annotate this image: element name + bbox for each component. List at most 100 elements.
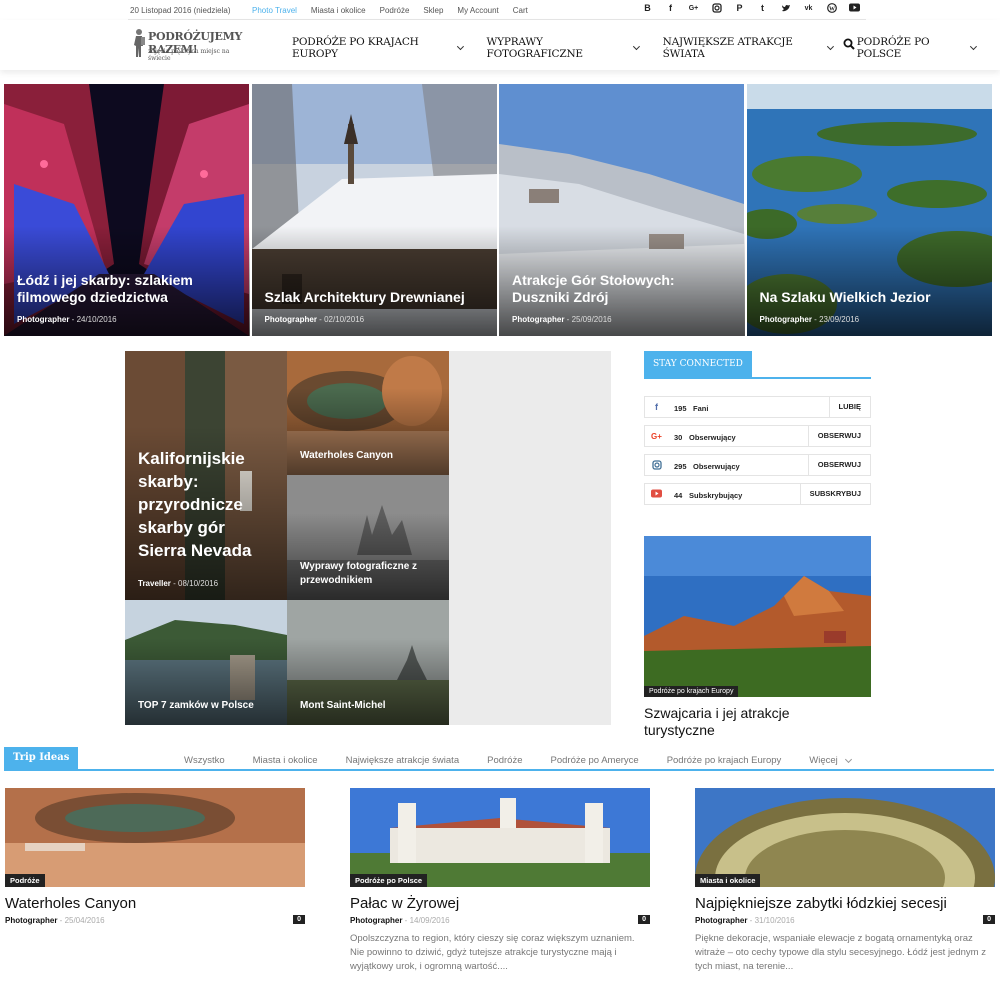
mosaic-big-title[interactable]: Kalifornijskie skarby: przyrodnicze skar…	[138, 447, 268, 562]
tumblr-icon[interactable]: t	[757, 3, 768, 14]
social-row-instagram: 295 Obserwujący OBSERWUJ	[644, 454, 871, 476]
top-link-miasta[interactable]: Miasta i okolice	[311, 6, 366, 15]
blogger-icon[interactable]: B	[642, 3, 653, 14]
hero-author[interactable]: Photographer	[265, 315, 317, 324]
category-badge[interactable]: Podróże po Polsce	[350, 874, 428, 887]
mosaic-title[interactable]: TOP 7 zamków w Polsce	[138, 699, 254, 713]
sidebar-featured-image[interactable]: Podróże po krajach Europy	[644, 536, 871, 697]
card-waterholes: Podróże Waterholes Canyon Photographer -…	[5, 788, 305, 925]
mosaic-title[interactable]: Mont Saint-Michel	[300, 699, 386, 713]
tab-miasta[interactable]: Miasta i okolice	[253, 755, 318, 766]
subscribe-button[interactable]: SUBSKRYBUJ	[799, 484, 870, 504]
nav-item-europa[interactable]: PODRÓŻE PO KRAJACH EUROPY	[292, 36, 464, 60]
instagram-icon[interactable]	[711, 3, 722, 14]
youtube-icon	[651, 489, 662, 500]
top-link-sklep[interactable]: Sklep	[423, 6, 443, 15]
google-plus-icon[interactable]: G+	[688, 3, 699, 14]
nav-item-wyprawy[interactable]: WYPRAWY FOTOGRAFICZNE	[486, 36, 640, 60]
hero-title[interactable]: Atrakcje Gór Stołowych: Duszniki Zdrój	[512, 272, 722, 306]
comment-count[interactable]: 0	[983, 915, 995, 924]
hero-title[interactable]: Łódź i jej skarby: szlakiem filmowego dz…	[17, 272, 227, 306]
category-badge[interactable]: Podróże po krajach Europy	[644, 686, 739, 697]
category-badge[interactable]: Podróże	[5, 874, 45, 887]
facebook-icon[interactable]: f	[665, 3, 676, 14]
category-badge[interactable]: Miasta i okolice	[695, 874, 761, 887]
card-title[interactable]: Najpiękniejsze zabytki łódzkiej secesji	[695, 895, 970, 913]
hero-meta: Photographer - 24/10/2016	[17, 315, 117, 324]
mosaic-title[interactable]: Waterholes Canyon	[300, 449, 393, 463]
youtube-icon[interactable]	[849, 3, 860, 14]
hero-title[interactable]: Na Szlaku Wielkich Jezior	[760, 289, 970, 306]
tab-atrakcje[interactable]: Największe atrakcje świata	[346, 755, 460, 766]
nav-label: WYPRAWY FOTOGRAFICZNE	[486, 36, 584, 60]
mosaic-title[interactable]: Wyprawy fotograficzne z przewodnikiem	[300, 560, 435, 588]
hero-tile-lodz[interactable]: Łódź i jej skarby: szlakiem filmowego dz…	[4, 84, 250, 336]
hero-tile-jeziora[interactable]: Na Szlaku Wielkich Jezior Photographer -…	[746, 84, 992, 336]
social-row-facebook: f 195 Fani LUBIĘ	[644, 396, 871, 418]
tab-wszystko[interactable]: Wszystko	[184, 755, 225, 766]
card-date: 25/04/2016	[64, 916, 105, 925]
mosaic-waterholes[interactable]: Waterholes Canyon	[287, 351, 449, 475]
like-button[interactable]: LUBIĘ	[828, 397, 871, 417]
social-count: 44	[674, 491, 683, 500]
hero-tile-drewniana[interactable]: Szlak Architektury Drewnianej Photograph…	[251, 84, 497, 336]
mosaic-zamki[interactable]: TOP 7 zamków w Polsce	[125, 600, 287, 725]
card-image[interactable]: Podróże po Polsce	[350, 788, 650, 887]
card-title[interactable]: Waterholes Canyon	[5, 895, 280, 913]
sidebar-image-switzerland	[644, 536, 871, 697]
vk-icon[interactable]: vk	[803, 3, 814, 14]
card-author[interactable]: Photographer	[350, 916, 402, 925]
instagram-icon	[651, 460, 662, 471]
comment-count[interactable]: 0	[638, 915, 650, 924]
mosaic-big-date: 08/10/2016	[178, 579, 219, 588]
hero-meta: Photographer - 23/09/2016	[759, 315, 860, 324]
nav-label: NAJWIĘKSZE ATRAKCJE ŚWIATA	[662, 36, 793, 60]
hero-date: 25/09/2016	[571, 315, 612, 324]
top-link-my-account[interactable]: My Account	[457, 6, 498, 15]
tab-europa[interactable]: Podróże po krajach Europy	[667, 755, 782, 766]
chevron-down-icon	[844, 755, 852, 763]
nav-item-polska[interactable]: PODRÓŻE PO POLSCE	[856, 36, 978, 60]
featured-mosaic: Kalifornijskie skarby: przyrodnicze skar…	[125, 351, 611, 725]
mosaic-big-author[interactable]: Traveller	[138, 579, 171, 588]
hero-tile-gory-stolowe[interactable]: Atrakcje Gór Stołowych: Duszniki Zdrój P…	[499, 84, 745, 336]
top-link-cart[interactable]: Cart	[513, 6, 528, 15]
site-logo[interactable]: PODRÓŻUJEMY RAZEM! zdjęcia pięknych miej…	[132, 26, 252, 62]
card-image[interactable]: Miasta i okolice	[695, 788, 995, 887]
wordpress-icon[interactable]: W	[826, 3, 837, 14]
card-author[interactable]: Photographer	[695, 916, 747, 925]
hero-author[interactable]: Photographer	[17, 315, 69, 324]
top-link-photo-travel[interactable]: Photo Travel	[252, 6, 297, 15]
mosaic-wyprawy[interactable]: Wyprawy fotograficzne z przewodnikiem	[287, 475, 449, 600]
card-secesja: Miasta i okolice Najpiękniejsze zabytki …	[695, 788, 995, 974]
card-image-ornament	[695, 788, 995, 887]
nav-item-atrakcje[interactable]: NAJWIĘKSZE ATRAKCJE ŚWIATA	[662, 36, 834, 60]
hero-author[interactable]: Photographer	[512, 315, 564, 324]
current-date: 20 Listopad 2016 (niedziela)	[130, 6, 231, 15]
tab-wiecej[interactable]: Więcej	[809, 755, 852, 766]
tab-podroze[interactable]: Podróże	[487, 755, 522, 766]
hero-author[interactable]: Photographer	[760, 315, 812, 324]
sidebar-featured-title[interactable]: Szwajcaria i jej atrakcje turystyczne	[644, 705, 844, 739]
card-date: 14/09/2016	[409, 916, 450, 925]
card-author[interactable]: Photographer	[5, 916, 57, 925]
nav-label: PODRÓŻE PO POLSCE	[856, 36, 930, 60]
top-link-podroze[interactable]: Podróże	[380, 6, 410, 15]
stay-connected-header: STAY CONNECTED	[644, 351, 871, 379]
mosaic-mont-saint-michel[interactable]: Mont Saint-Michel	[287, 600, 449, 725]
twitter-icon[interactable]	[780, 3, 791, 14]
card-image[interactable]: Podróże	[5, 788, 305, 887]
comment-count[interactable]: 0	[293, 915, 305, 924]
tab-ameryka[interactable]: Podróże po Ameryce	[551, 755, 639, 766]
pinterest-icon[interactable]: P	[734, 3, 745, 14]
hero-title[interactable]: Szlak Architektury Drewnianej	[265, 289, 475, 306]
follow-button[interactable]: OBSERWUJ	[807, 426, 870, 446]
search-icon[interactable]	[843, 38, 855, 50]
social-row-google-plus: G+ 30 Obserwujący OBSERWUJ	[644, 425, 871, 447]
card-title[interactable]: Pałac w Żyrowej	[350, 895, 625, 913]
follow-button[interactable]: OBSERWUJ	[807, 455, 870, 475]
social-count: 30	[674, 433, 683, 442]
mosaic-big-sierra-nevada[interactable]: Kalifornijskie skarby: przyrodnicze skar…	[125, 351, 287, 600]
social-label: Fani	[693, 404, 709, 413]
card-meta: Photographer - 14/09/2016 0	[350, 915, 650, 925]
